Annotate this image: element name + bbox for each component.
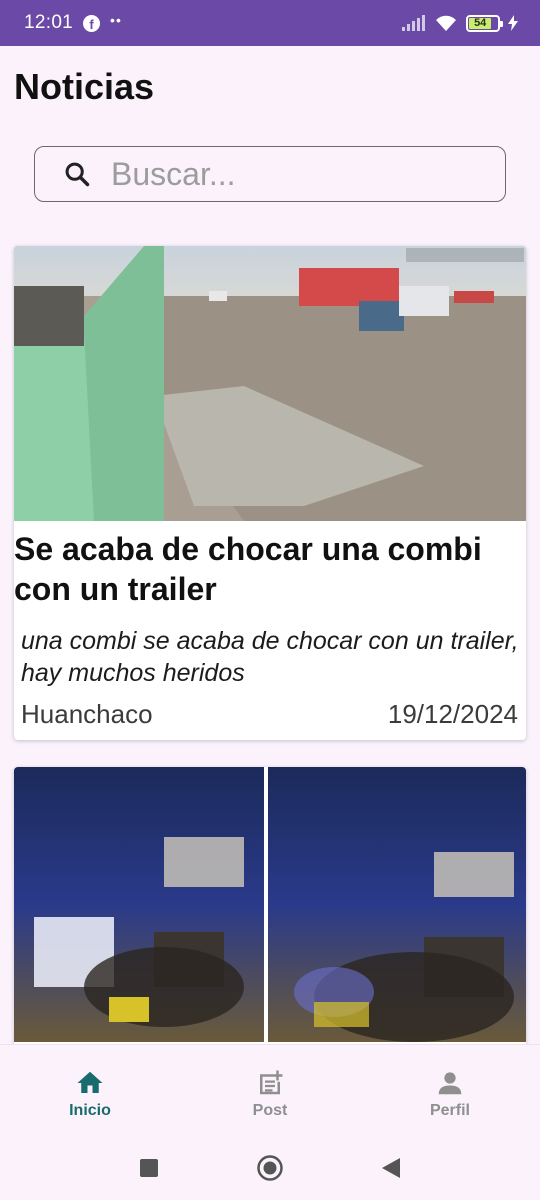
battery-level: 54: [469, 17, 492, 29]
post-add-icon: [260, 1070, 283, 1094]
wifi-icon: [436, 15, 456, 31]
battery-icon: 54: [466, 14, 503, 32]
nav-label: Post: [252, 1101, 288, 1119]
search-input[interactable]: [111, 155, 471, 193]
nav-label: Inicio: [69, 1101, 111, 1119]
news-title: Se acaba de chocar una combi con un trai…: [14, 531, 482, 607]
recents-square-icon[interactable]: [138, 1157, 160, 1179]
status-left: 12:01 f ••: [24, 12, 122, 34]
search-box[interactable]: [34, 146, 506, 202]
system-nav-bar: [0, 1136, 540, 1200]
news-image: [14, 246, 526, 521]
signal-icon: [402, 15, 425, 31]
news-card[interactable]: Se acaba de chocar una combi con un trai…: [14, 246, 526, 740]
home-circle-icon[interactable]: [256, 1154, 284, 1182]
home-icon: [77, 1071, 103, 1093]
status-right: 54: [402, 14, 518, 32]
page-title: Noticias: [14, 66, 155, 107]
search-icon: [65, 162, 90, 187]
nav-item-inicio[interactable]: Inicio: [0, 1045, 180, 1136]
news-card[interactable]: [14, 767, 526, 1057]
back-triangle-icon[interactable]: [380, 1156, 402, 1180]
more-dots-icon: ••: [110, 12, 122, 28]
news-date: 19/12/2024: [387, 699, 518, 729]
bottom-nav: Inicio Post Perfil: [0, 1044, 540, 1136]
status-bar: 12:01 f •• 54: [0, 0, 540, 46]
news-description: una combi se acaba de chocar con un trai…: [21, 627, 519, 687]
facebook-icon: f: [83, 14, 101, 32]
status-time: 12:01: [24, 12, 74, 33]
news-image: [14, 767, 526, 1042]
nav-label: Perfil: [429, 1101, 470, 1119]
nav-item-post[interactable]: Post: [180, 1045, 360, 1136]
nav-item-perfil[interactable]: Perfil: [360, 1045, 540, 1136]
news-location: Huanchaco: [21, 699, 153, 729]
person-icon: [438, 1071, 462, 1094]
charging-bolt-icon: [508, 15, 518, 31]
news-meta: Huanchaco 19/12/2024: [14, 689, 526, 730]
